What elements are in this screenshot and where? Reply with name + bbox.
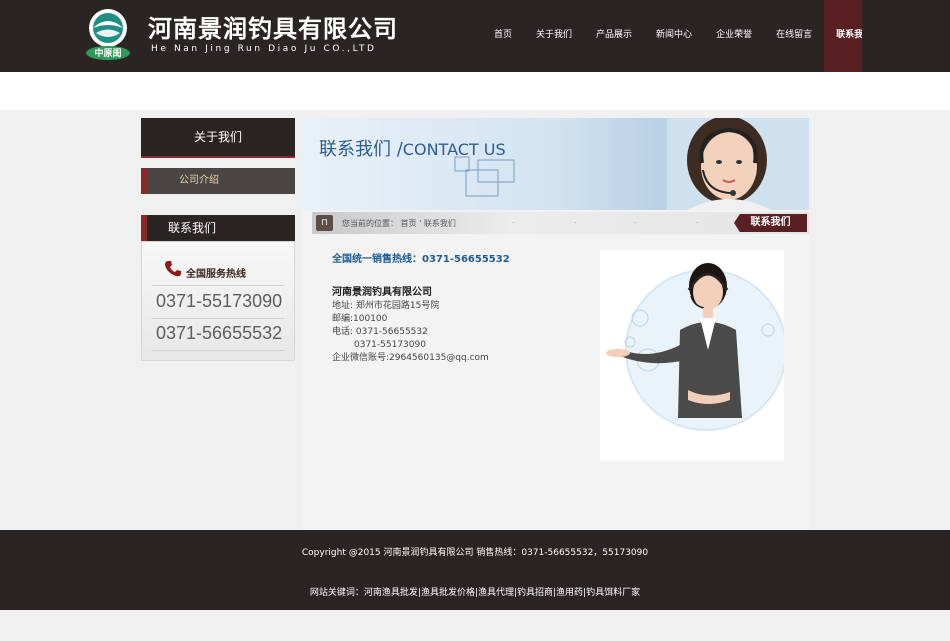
phone-icon [165, 261, 181, 277]
divider-dot: · [634, 219, 637, 227]
breadcrumb-separator: ' [419, 219, 422, 228]
header-spacer [0, 72, 950, 110]
brand-subtitle: He Nan Jing Run Diao Ju CO.,LTD [151, 44, 377, 54]
phone-second: 0371-55173090 [354, 340, 426, 350]
nav-about[interactable]: 关于我们 [524, 0, 584, 72]
breadcrumb-current[interactable]: 联系我们 [424, 219, 456, 228]
main-nav: 首页 关于我们 产品展示 新闻中心 企业荣誉 在线留言 联系我们 [482, 0, 863, 72]
wechat-account: 企业微信账号:2964560135@qq.com [332, 353, 489, 363]
footer-keywords: 网站关键词：河南渔具批发|渔具批发价格|渔具代理|钓具招商|渔用药|钓具饵料厂家 [309, 588, 641, 598]
nav-contact[interactable]: 联系我们 [824, 0, 863, 72]
hotline-label: 全国服务热线 [186, 269, 246, 280]
nav-home[interactable]: 首页 [482, 0, 524, 72]
nav-news[interactable]: 新闻中心 [644, 0, 704, 72]
home-icon: ⊓ [316, 215, 333, 231]
sidebar-contact-title: 联系我们 [141, 215, 295, 241]
banner-decoration [454, 156, 515, 197]
phone: 电话: 0371-56655532 [332, 327, 428, 337]
divider [152, 350, 284, 351]
company-logo[interactable]: 中原闺 [82, 6, 134, 62]
banner-title-cn: 联系我们 [319, 139, 391, 160]
site-header: 中原闺 河南景润钓具有限公司 He Nan Jing Run Diao Ju C… [0, 0, 950, 72]
contact-info: 全国统一销售热线：0371-56655532 河南景润钓具有限公司 地址: 郑州… [332, 250, 602, 363]
section-tab-contact[interactable]: 联系我们 [734, 214, 807, 232]
divider [152, 285, 284, 286]
breadcrumb-home[interactable]: 首页 [401, 219, 417, 228]
contact-banner: 联系我们 /CONTACT US [302, 118, 809, 210]
hotline-number: 0371-56655532 [156, 323, 283, 343]
divider-dot: · [512, 219, 515, 227]
divider-dot: · [696, 219, 699, 227]
customer-service-photo [600, 250, 784, 461]
banner-title-sep: / [391, 139, 403, 160]
call-center-agent-image [667, 118, 809, 210]
divider [152, 318, 284, 319]
nav-honors[interactable]: 企业荣誉 [704, 0, 764, 72]
hotline-box: 全国服务热线 0371-55173090 0371-56655532 [141, 241, 295, 361]
nav-message[interactable]: 在线留言 [764, 0, 824, 72]
brand-title: 河南景润钓具有限公司 [148, 14, 398, 43]
site-footer: Copyright @2015 河南景润钓具有限公司 销售热线：0371-566… [0, 530, 950, 610]
main-content: 联系我们 /CONTACT US ⊓ 您当前的位置： 首页 ' 联系我们 · ·… [302, 118, 809, 530]
address: 地址: 郑州市花园路15号院 [332, 301, 440, 311]
sidebar-item-company-intro[interactable]: 公司介绍 [141, 168, 295, 194]
postcode: 邮编:100100 [332, 314, 388, 324]
service-agent-image [606, 263, 784, 431]
hotline-number: 0371-55173090 [156, 291, 283, 311]
breadcrumb-bar: ⊓ 您当前的位置： 首页 ' 联系我们 · · · · 联系我们 [312, 212, 809, 234]
sidebar-title: 关于我们 [141, 118, 295, 158]
divider-dot: · [574, 219, 577, 227]
nav-products[interactable]: 产品展示 [584, 0, 644, 72]
logo-text: 中原闺 [94, 47, 121, 59]
breadcrumb-prefix: 您当前的位置： [342, 219, 398, 228]
company-name: 河南景润钓具有限公司 [332, 287, 432, 298]
breadcrumb: 您当前的位置： 首页 ' 联系我们 [342, 218, 456, 229]
footer-copyright: Copyright @2015 河南景润钓具有限公司 销售热线：0371-566… [301, 548, 649, 558]
sales-hotline: 全国统一销售热线：0371-56655532 [332, 254, 510, 265]
